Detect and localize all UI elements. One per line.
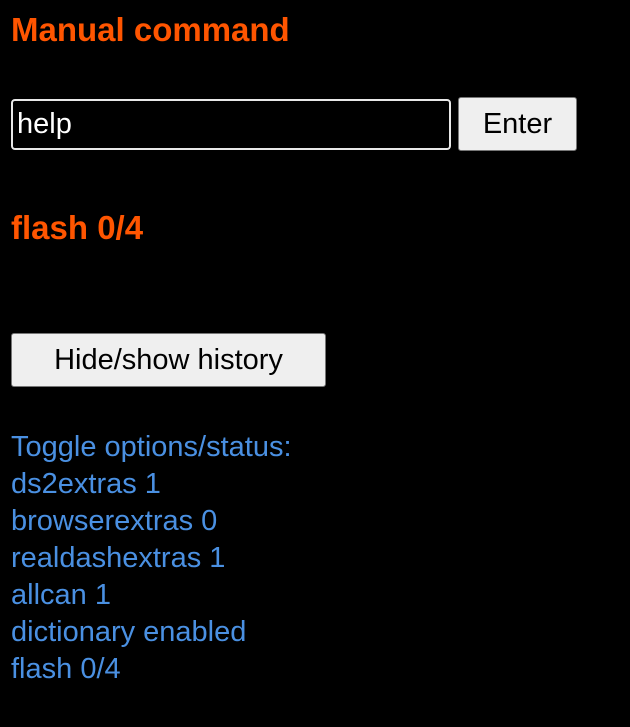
command-row: Enter (11, 97, 577, 151)
option-flash[interactable]: flash 0/4 (11, 651, 292, 688)
option-browserextras[interactable]: browserextras 0 (11, 503, 292, 540)
command-input[interactable] (11, 98, 451, 150)
option-ds2extras[interactable]: ds2extras 1 (11, 466, 292, 503)
flash-status-heading: flash 0/4 (11, 209, 144, 246)
hide-show-history-button[interactable]: Hide/show history (11, 333, 326, 387)
toggle-options-list: Toggle options/status: ds2extras 1 brows… (11, 429, 292, 688)
toggle-options-header: Toggle options/status: (11, 431, 292, 463)
option-realdashextras[interactable]: realdashextras 1 (11, 540, 292, 577)
option-allcan[interactable]: allcan 1 (11, 577, 292, 614)
manual-command-title: Manual command (11, 11, 290, 48)
enter-button[interactable]: Enter (458, 97, 577, 151)
option-dictionary[interactable]: dictionary enabled (11, 614, 292, 651)
